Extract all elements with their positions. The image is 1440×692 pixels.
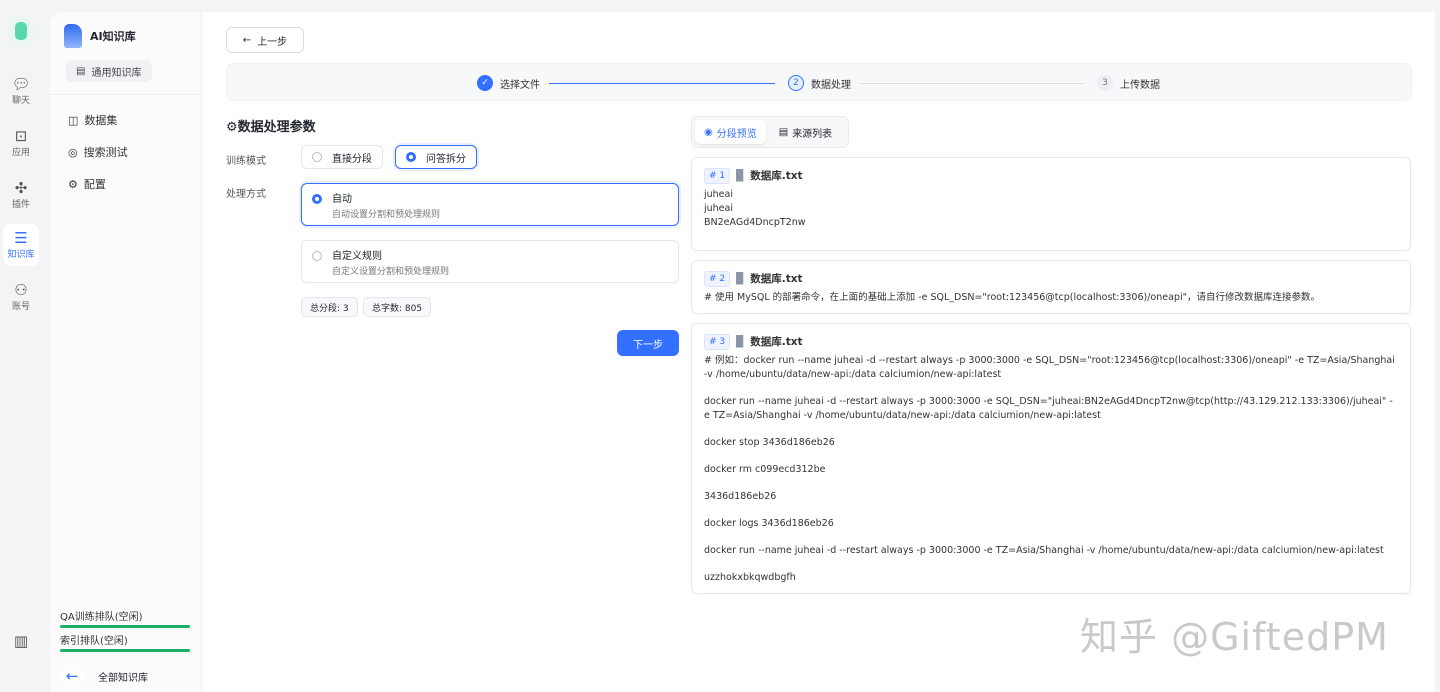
all-knowledge-link[interactable]: ← 全部知识库	[60, 664, 148, 688]
gear-icon: ⚙	[68, 177, 78, 191]
step-line	[549, 83, 775, 84]
index-queue-status: 索引排队(空闲)	[60, 632, 190, 652]
radio-dot	[312, 251, 322, 261]
chunk-index: # 1	[704, 168, 731, 184]
arrow-left-icon: ←	[60, 664, 84, 688]
chunk-line: BN2eAGd4DncpT2nw	[704, 217, 806, 228]
chunk-card: # 2 ▉ 数据库.txt # 使用 MySQL 的部署命令，在上面的基础上添加 -…	[691, 260, 1411, 314]
chunk-line: # 例如：docker run --name juheai -d --resta…	[704, 355, 1398, 380]
chunk-index: # 2	[704, 271, 731, 287]
puzzle-icon: ✣	[14, 179, 28, 197]
chunk-line: 3436d186eb26	[704, 491, 777, 502]
qa-queue-bar	[60, 625, 190, 628]
chunk-line: docker rm c099ecd312be	[704, 464, 826, 475]
main-panel: ← 上一步 ✓ 选择文件 2 数据处理 3 上传数据 ⚙数据处理参数 训练模式 直接分段…	[202, 12, 1435, 692]
chat-icon: 💬︎	[11, 75, 31, 93]
arrow-left-icon: ←	[242, 34, 252, 46]
chunk-line: juheai	[704, 203, 733, 214]
chunk-line: uzzhokxbkqwdbgfh	[704, 572, 796, 583]
nav-search-test[interactable]: ◎ 搜索测试	[68, 144, 128, 160]
library-type-badge[interactable]: ▤ 通用知识库	[66, 60, 152, 82]
chunk-line: juheai	[704, 189, 733, 200]
train-mode-label: 训练模式	[226, 156, 266, 167]
kb-brand: AI知识库	[64, 24, 136, 48]
chunk-card: # 1 ▉ 数据库.txt juheai juheai BN2eAGd4DncpT2…	[691, 157, 1411, 251]
chunk-file: 数据库.txt	[750, 170, 803, 182]
chunk-line: docker run --name juheai -d --restart al…	[704, 545, 1384, 556]
back-button[interactable]: ← 上一步	[226, 27, 304, 53]
file-icon: ▉	[736, 336, 745, 348]
rail-item-apps[interactable]: ⊡ 应用	[3, 122, 39, 164]
stepper: ✓ 选择文件 2 数据处理 3 上传数据	[226, 63, 1412, 101]
radio-dot	[406, 152, 416, 162]
chunk-line: docker logs 3436d186eb26	[704, 518, 834, 529]
divider	[50, 94, 201, 95]
chunk-file: 数据库.txt	[750, 336, 803, 348]
chunk-line: docker stop 3436d186eb26	[704, 437, 835, 448]
app-rail: 💬︎ 聊天 ⊡ 应用 ✣ 插件 ☰ 知识库 ⚇ 账号 ▥	[0, 0, 48, 686]
kb-sidebar: AI知识库 ▤ 通用知识库 ◫ 数据集 ◎ 搜索测试 ⚙ 配置 QA训练排队(空闲) 索…	[50, 12, 202, 692]
next-button[interactable]: 下一步	[617, 330, 679, 356]
eye-icon: ◉	[704, 126, 713, 138]
chunk-line: docker run --name juheai -d --restart al…	[704, 396, 1393, 421]
list-icon: ▤	[778, 126, 789, 138]
step-process-data: 2 数据处理	[788, 75, 851, 91]
server-icon: ▤	[76, 65, 86, 77]
file-icon: ▉	[736, 170, 745, 182]
process-label: 处理方式	[226, 189, 266, 200]
target-icon: ◎	[68, 145, 78, 159]
process-auto-option[interactable]: 自动 自动设置分割和预处理规则	[301, 183, 679, 226]
step-upload-data: 3 上传数据	[1097, 75, 1160, 91]
chunk-file: 数据库.txt	[750, 273, 803, 285]
chunk-card: # 3 ▉ 数据库.txt # 例如：docker run --name juhea…	[691, 323, 1411, 594]
book-icon: ▥	[13, 631, 29, 650]
rail-docs[interactable]: ▥	[3, 620, 39, 662]
preview-tabs: ◉ 分段预览 ▤ 来源列表	[691, 116, 849, 148]
rail-item-knowledge[interactable]: ☰ 知识库	[3, 224, 39, 266]
mode-direct-radio[interactable]: 直接分段	[301, 145, 383, 169]
robot-icon: ⊡	[14, 127, 28, 145]
index-queue-bar	[60, 649, 190, 652]
chunk-index: # 3	[704, 334, 731, 350]
mode-qa-radio[interactable]: 问答拆分	[395, 145, 477, 169]
total-chars-badge: 总字数: 805	[363, 297, 432, 317]
database-icon: ☰	[14, 229, 28, 247]
watermark: 知乎 @GiftedPM	[1080, 615, 1389, 659]
section-title: ⚙数据处理参数	[226, 120, 316, 135]
step-select-file: ✓ 选择文件	[477, 75, 540, 91]
step-line	[859, 83, 1085, 84]
nav-dataset[interactable]: ◫ 数据集	[68, 112, 117, 128]
file-icon: ▉	[736, 273, 745, 285]
rail-item-chat[interactable]: 💬︎ 聊天	[3, 70, 39, 112]
app-logo[interactable]	[8, 16, 34, 46]
total-chunks-badge: 总分段: 3	[301, 297, 358, 317]
radio-dot	[312, 152, 322, 162]
process-custom-option[interactable]: 自定义规则 自定义设置分割和预处理规则	[301, 240, 679, 283]
tab-source-list[interactable]: ▤ 来源列表	[770, 120, 841, 144]
chunk-line: # 使用 MySQL 的部署命令，在上面的基础上添加 -e SQL_DSN="r…	[704, 292, 1320, 303]
rail-item-plugins[interactable]: ✣ 插件	[3, 174, 39, 216]
nav-config[interactable]: ⚙ 配置	[68, 176, 106, 192]
radio-dot	[312, 194, 322, 204]
check-icon: ✓	[477, 75, 493, 91]
rail-item-account[interactable]: ⚇ 账号	[3, 276, 39, 318]
tab-chunk-preview[interactable]: ◉ 分段预览	[695, 120, 766, 144]
user-icon: ⚇	[14, 281, 28, 299]
settings-icon: ⚙	[226, 120, 238, 135]
chart-icon: ◫	[68, 113, 79, 127]
qa-queue-status: QA训练排队(空闲)	[60, 608, 190, 628]
kb-logo-icon	[64, 24, 82, 48]
